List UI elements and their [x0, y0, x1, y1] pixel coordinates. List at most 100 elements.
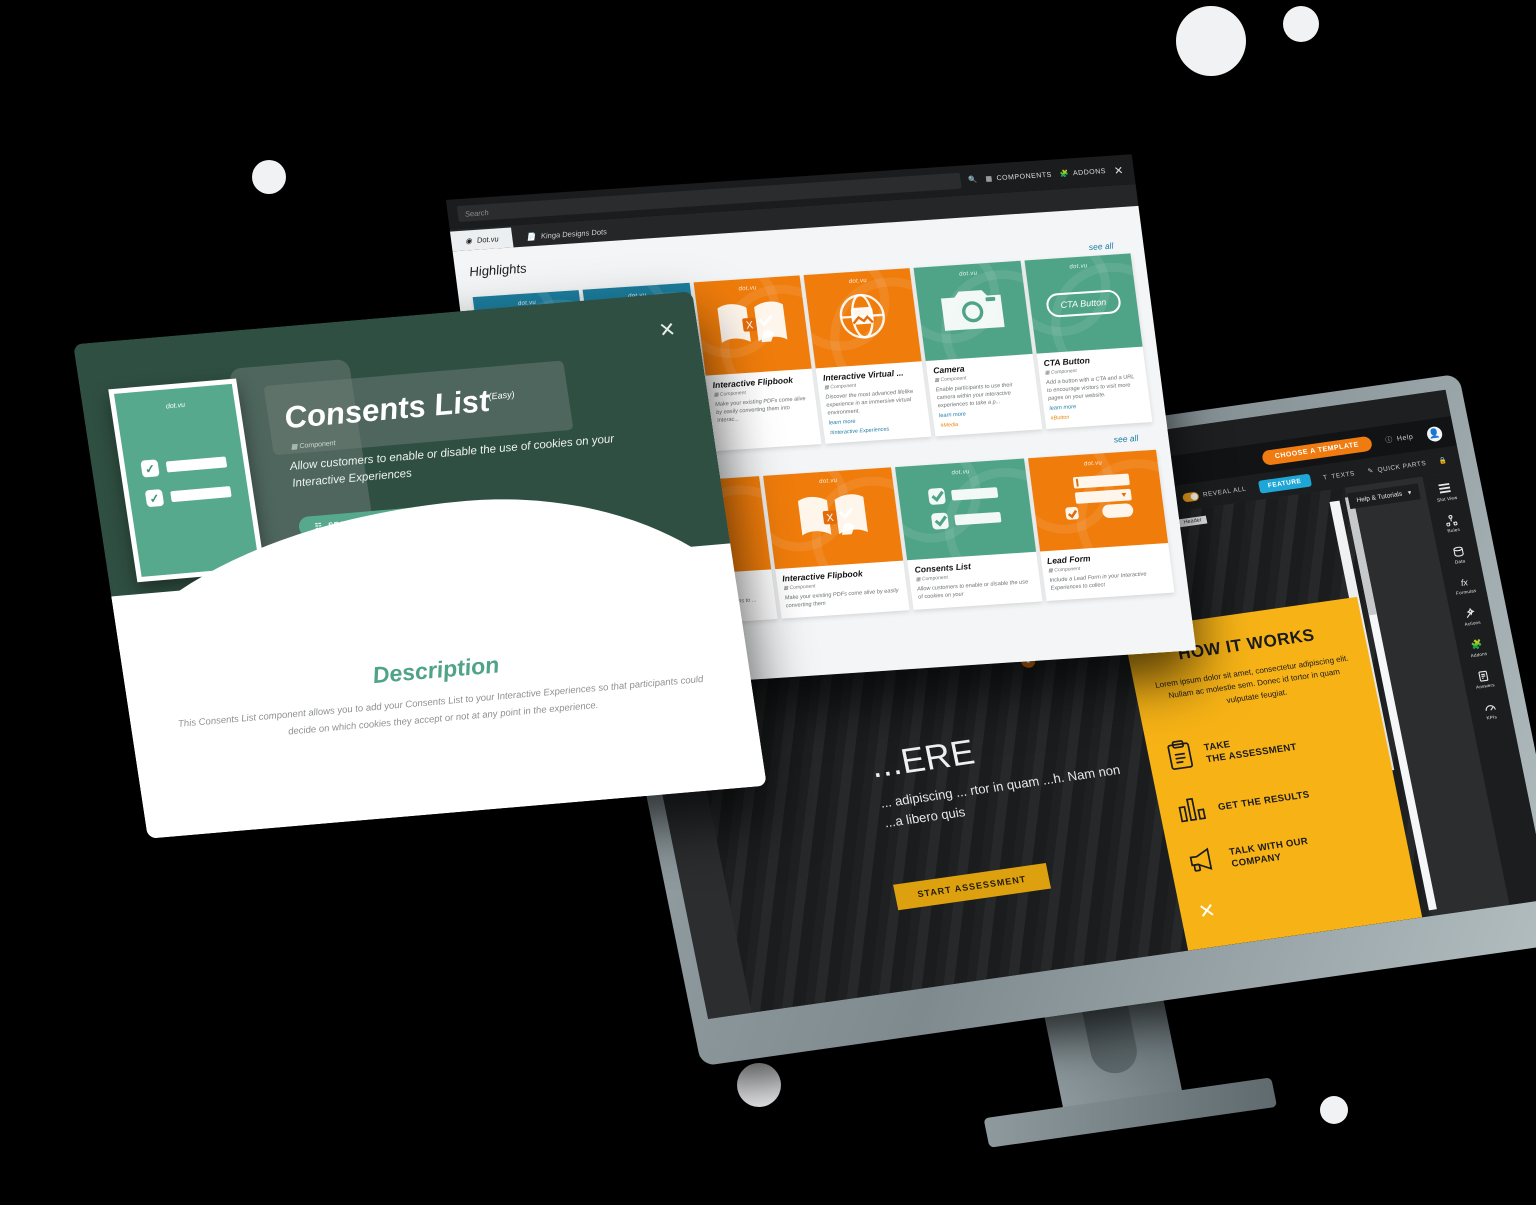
reveal-all-label: REVEAL ALL	[1202, 485, 1247, 499]
dotvu-icon: ◉	[464, 235, 473, 246]
formula-icon: fx	[1459, 577, 1469, 589]
component-thumbnail-inner: dot.vu ✓ ✓	[113, 383, 260, 577]
component-card-thumbnail: dot.vu	[913, 260, 1033, 362]
cta-button-icon: CTA Button	[1045, 289, 1122, 318]
components-label: COMPONENTS	[996, 171, 1053, 182]
rail-item-slot-view[interactable]: Slot View	[1434, 482, 1458, 503]
component-card-body: Consents List ▦ Component Allow customers …	[907, 552, 1042, 609]
rail-label-actions: Actions	[1464, 619, 1482, 627]
rail-label-answers: Answers	[1475, 682, 1496, 690]
reveal-all-toggle[interactable]: REVEAL ALL	[1182, 484, 1247, 503]
texts-label: TEXTS	[1330, 469, 1356, 480]
component-card[interactable]: dot.vu CTA Button CTA Button ▦ Component Add…	[1024, 253, 1153, 430]
quick-parts-button[interactable]: ✎ QUICK PARTS	[1367, 459, 1427, 476]
addons-label: ADDONS	[1072, 167, 1107, 177]
components-button[interactable]: ▦ COMPONENTS	[985, 171, 1052, 183]
grid-icon: ▦	[985, 175, 994, 183]
checkbox-icon: ✓	[144, 488, 165, 508]
rail-item-addons[interactable]: 🧩 Addons	[1468, 638, 1488, 659]
component-card-text: Make your existing PDFs come alive by ea…	[714, 396, 807, 425]
help-button[interactable]: ⓘ Help	[1385, 432, 1415, 446]
grid-icon: ▦	[290, 443, 299, 451]
actions-icon	[1467, 607, 1476, 618]
component-card[interactable]: dot.vu Consents List ▦ Component Allow cust…	[895, 458, 1043, 610]
question-circle-icon: ⓘ	[1384, 436, 1394, 445]
close-icon[interactable]: ✕	[657, 317, 677, 343]
component-card[interactable]: dot.vu Lead Form ▦ Component Include a Lead…	[1027, 450, 1175, 601]
component-card-thumbnail: dot.vu X	[762, 467, 904, 570]
kpi-icon	[1485, 705, 1496, 711]
background-dot-2	[1283, 6, 1319, 42]
step-talk-with-company-label: TALK WITH OUR COMPANY	[1228, 835, 1310, 870]
component-card-body: Camera ▦ Component Enable participants to …	[926, 354, 1042, 437]
help-tutorials-label: Help & Tutorials	[1355, 490, 1403, 504]
search-placeholder: Search	[464, 207, 490, 219]
rail-label-addons: Addons	[1470, 651, 1488, 659]
see-all-link-1[interactable]: see all	[1088, 241, 1114, 253]
puzzle-icon: 🧩	[1470, 638, 1484, 651]
rules-icon	[1446, 514, 1459, 527]
component-card-text: Enable participants to use their camera …	[935, 382, 1014, 410]
camera-icon	[938, 282, 1009, 339]
component-card-body: Interactive Flipbook ▦ Component Make your…	[775, 561, 910, 618]
text-icon: T	[1322, 473, 1329, 482]
rail-item-rules[interactable]: Rules	[1444, 514, 1461, 534]
consent-line	[165, 456, 228, 473]
checkbox-icon: ✓	[140, 459, 160, 478]
component-card[interactable]: dot.vu X Interactive Flipbook ▦ Component Ma…	[762, 467, 910, 619]
composition-stage: en ⓘ 🖥 PUT ON WEBSITE 👤 1 CHOOSE A TEMPL…	[0, 0, 1536, 1148]
texts-button[interactable]: T TEXTS	[1322, 470, 1355, 481]
component-card-tag[interactable]: #Button	[1050, 410, 1145, 422]
component-card-body: Lead Form ▦ Component Include a Lead Form …	[1040, 543, 1175, 600]
slot-view-icon	[1438, 482, 1452, 494]
puzzle-icon: 🧩	[1059, 170, 1070, 179]
component-card-thumbnail: dot.vu	[895, 458, 1036, 561]
consents-icon	[925, 482, 1006, 537]
search-icon[interactable]: 🔍	[968, 176, 978, 185]
step-get-results-label: GET THE RESULTS	[1217, 789, 1311, 813]
rail-label-formulas: Formulas	[1455, 588, 1477, 596]
step-take-assessment-label: TAKE THE ASSESSMENT	[1202, 738, 1298, 766]
component-card-thumbnail: dot.vu	[803, 268, 922, 369]
step-talk-with-company[interactable]: TALK WITH OUR COMPANY	[1186, 822, 1390, 879]
component-card-tag[interactable]: #Interactive Experiences	[830, 424, 925, 437]
background-dot-3	[252, 160, 286, 194]
step-take-assessment[interactable]: TAKE THE ASSESSMENT	[1164, 714, 1369, 777]
component-card-body: Interactive Flipbook ▦ Component Make your…	[705, 369, 819, 433]
rail-item-actions[interactable]: Actions	[1461, 607, 1481, 627]
bar-chart-icon	[1176, 794, 1210, 828]
megaphone-icon	[1186, 846, 1222, 879]
chevron-down-icon: ▾	[1407, 489, 1413, 497]
rail-label-kpis: KPIs	[1486, 714, 1498, 721]
component-card-text: Make your existing PDFs come alive by ea…	[784, 588, 900, 610]
component-card-text: Allow customers to enable or disable the…	[916, 579, 1029, 601]
component-card[interactable]: dot.vu Interactive Virtual ... ▦ Component…	[803, 268, 932, 445]
component-card-text: Include a Lead Form in your Interactive …	[1049, 571, 1147, 593]
close-icon[interactable]: ✕	[1113, 163, 1124, 177]
thumbnail-consent-row-2: ✓	[144, 482, 249, 508]
step-get-results[interactable]: GET THE RESULTS	[1176, 770, 1381, 829]
lead-form-icon	[1058, 471, 1137, 530]
account-avatar-icon[interactable]: 👤	[1425, 425, 1444, 443]
help-tutorials-dropdown[interactable]: Help & Tutorials ▾	[1347, 483, 1421, 510]
component-card-body: CTA Button ▦ Component Add a button with a…	[1036, 347, 1152, 430]
feature-button[interactable]: FEATURE	[1257, 473, 1312, 494]
component-detail-modal: ✕ dot.vu ✓ ✓ Consents List(Easy) ▦ Compo…	[73, 291, 767, 839]
addons-button[interactable]: 🧩 ADDONS	[1059, 167, 1107, 179]
rail-item-answers[interactable]: Answers	[1473, 669, 1496, 690]
component-card-thumbnail: dot.vu	[1027, 450, 1169, 552]
flipbook-icon: X	[714, 296, 791, 355]
rail-label-rules: Rules	[1446, 526, 1461, 534]
component-card-thumbnail: dot.vu CTA Button	[1024, 253, 1143, 354]
answers-icon	[1478, 670, 1489, 682]
consent-line	[170, 486, 232, 503]
clipboard-icon	[1164, 739, 1197, 777]
rail-item-kpis[interactable]: KPIs	[1483, 701, 1498, 721]
lock-icon[interactable]: 🔒	[1438, 456, 1448, 465]
rail-item-formulas[interactable]: fx Formulas	[1453, 576, 1477, 596]
component-card-tag[interactable]: #Media	[940, 417, 1035, 429]
close-icon[interactable]: ✕	[1196, 872, 1399, 925]
component-card[interactable]: dot.vu Camera ▦ Component Enable participan…	[913, 260, 1043, 437]
see-all-link-2[interactable]: see all	[1113, 433, 1139, 445]
rail-item-data[interactable]: Data	[1451, 546, 1466, 565]
